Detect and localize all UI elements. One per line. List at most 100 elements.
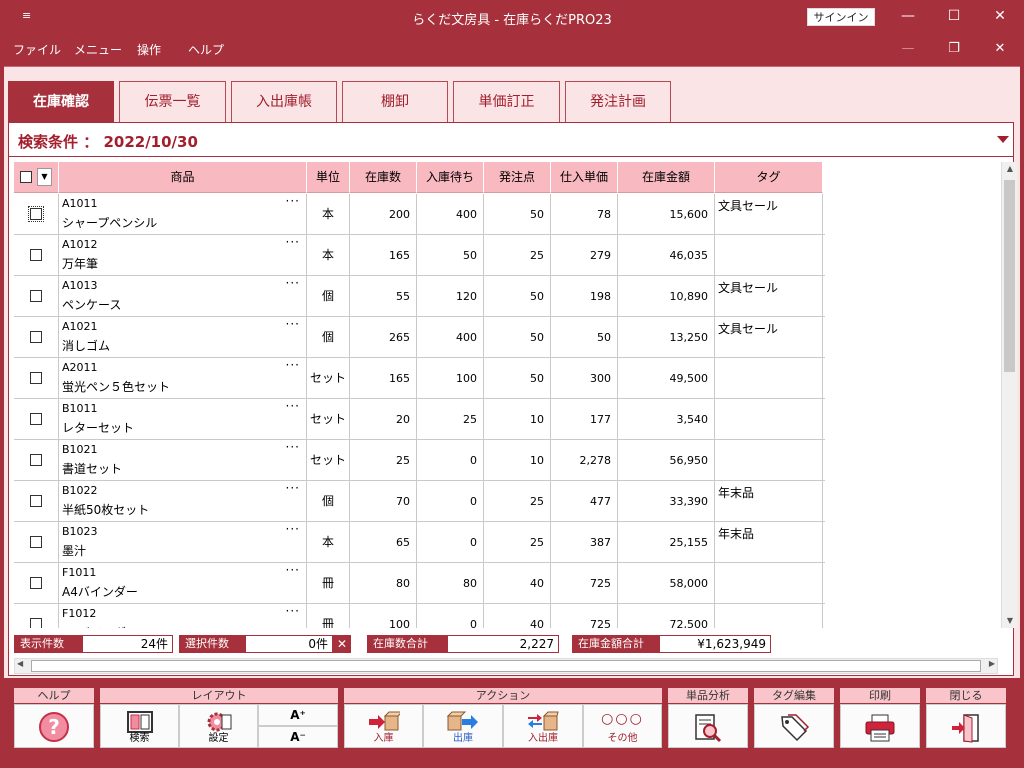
stock-out-button[interactable]: 出庫 xyxy=(423,704,503,748)
horizontal-scroll-thumb[interactable] xyxy=(31,660,981,672)
table-row[interactable]: B1021 ··· 書道セット セット 25 0 10 2,278 56,950 xyxy=(14,440,825,481)
row-checkbox[interactable] xyxy=(30,290,42,302)
tab-price-correction[interactable]: 単価訂正 xyxy=(453,81,560,122)
minimize-icon[interactable]: — xyxy=(888,3,928,29)
table-row[interactable]: A1012 ··· 万年筆 本 165 50 25 279 46,035 xyxy=(14,235,825,276)
tag-cell[interactable] xyxy=(715,399,823,440)
row-checkbox[interactable] xyxy=(30,249,42,261)
col-unit[interactable]: 単位 xyxy=(307,162,350,193)
product-cell[interactable]: B1023 ··· 墨汁 xyxy=(59,522,307,563)
more-options-icon[interactable]: ··· xyxy=(286,276,300,290)
tag-cell[interactable]: 文具セール xyxy=(715,276,823,317)
more-options-icon[interactable]: ··· xyxy=(286,358,300,372)
vertical-scrollbar[interactable]: ▲ ▼ xyxy=(1001,162,1017,628)
more-options-icon[interactable]: ··· xyxy=(286,481,300,495)
product-cell[interactable]: F1012 ··· B5バインダー xyxy=(59,604,307,628)
scroll-up-icon[interactable]: ▲ xyxy=(1002,164,1018,173)
tab-stock-check[interactable]: 在庫確認 xyxy=(8,81,114,122)
other-button[interactable]: ○○○ その他 xyxy=(583,704,662,748)
product-cell[interactable]: A1021 ··· 消しゴム xyxy=(59,317,307,358)
maximize-icon[interactable]: ☐ xyxy=(934,3,974,29)
tag-cell[interactable]: 年末品 xyxy=(715,522,823,563)
menu-menu[interactable]: メニュー xyxy=(74,41,122,58)
tag-cell[interactable]: 文具セール xyxy=(715,194,823,235)
tag-cell[interactable]: 年末品 xyxy=(715,481,823,522)
tag-edit-button[interactable] xyxy=(754,704,834,748)
tag-cell[interactable] xyxy=(715,563,823,604)
more-options-icon[interactable]: ··· xyxy=(286,317,300,331)
product-cell[interactable]: B1022 ··· 半紙50枚セット xyxy=(59,481,307,522)
col-unit-price[interactable]: 仕入単価 xyxy=(551,162,618,193)
signin-button[interactable]: サインイン xyxy=(807,8,875,26)
menu-operation[interactable]: 操作 xyxy=(137,41,161,58)
search-button[interactable]: 検索 xyxy=(100,704,179,748)
tab-slip-list[interactable]: 伝票一覧 xyxy=(119,81,226,122)
scroll-down-icon[interactable]: ▼ xyxy=(1002,616,1018,625)
search-condition-bar[interactable]: 検索条件 ： 2022/10/30 xyxy=(9,123,1013,157)
more-options-icon[interactable]: ··· xyxy=(286,604,300,618)
more-options-icon[interactable]: ··· xyxy=(286,235,300,249)
table-row[interactable]: B1023 ··· 墨汁 本 65 0 25 387 25,155 年末品 xyxy=(14,522,825,563)
scroll-left-icon[interactable]: ◀ xyxy=(17,659,23,668)
row-checkbox[interactable] xyxy=(28,206,44,222)
product-cell[interactable]: B1021 ··· 書道セット xyxy=(59,440,307,481)
font-increase-button[interactable]: A⁺ xyxy=(258,704,338,726)
settings-button[interactable]: 設定 xyxy=(179,704,258,748)
mdi-minimize-icon[interactable]: — xyxy=(888,36,928,62)
product-cell[interactable]: A2011 ··· 蛍光ペン５色セット xyxy=(59,358,307,399)
product-cell[interactable]: A1011 ··· シャープペンシル xyxy=(59,194,307,235)
help-button[interactable]: ? xyxy=(14,704,94,748)
tab-in-out-ledger[interactable]: 入出庫帳 xyxy=(231,81,337,122)
row-checkbox[interactable] xyxy=(30,618,42,628)
font-decrease-button[interactable]: A⁻ xyxy=(258,726,338,748)
product-cell[interactable]: A1012 ··· 万年筆 xyxy=(59,235,307,276)
row-checkbox[interactable] xyxy=(30,536,42,548)
table-row[interactable]: B1011 ··· レターセット セット 20 25 10 177 3,540 xyxy=(14,399,825,440)
table-row[interactable]: A1011 ··· シャープペンシル 本 200 400 50 78 15,600 文具セール xyxy=(14,194,825,235)
select-all-header[interactable]: ▼ xyxy=(14,162,59,193)
tag-cell[interactable] xyxy=(715,235,823,276)
row-checkbox[interactable] xyxy=(30,331,42,343)
tag-cell[interactable]: 文具セール xyxy=(715,317,823,358)
print-button[interactable] xyxy=(840,704,920,748)
table-row[interactable]: A1021 ··· 消しゴム個 265 400 50 50 13,250 文具セール xyxy=(14,317,825,358)
close-icon[interactable]: ✕ xyxy=(980,3,1020,29)
product-cell[interactable]: F1011 ··· A4バインダー xyxy=(59,563,307,604)
table-row[interactable]: F1012 ··· B5バインダー 冊10004072572,500 xyxy=(14,604,825,628)
col-product[interactable]: 商品 xyxy=(59,162,307,193)
col-reorder[interactable]: 発注点 xyxy=(484,162,551,193)
row-checkbox[interactable] xyxy=(30,454,42,466)
mdi-restore-icon[interactable]: ❐ xyxy=(934,36,974,62)
col-amount[interactable]: 在庫金額 xyxy=(618,162,715,193)
vertical-scroll-thumb[interactable] xyxy=(1004,180,1015,372)
row-checkbox[interactable] xyxy=(30,372,42,384)
more-options-icon[interactable]: ··· xyxy=(286,563,300,577)
more-options-icon[interactable]: ··· xyxy=(286,194,300,208)
in-out-button[interactable]: 入出庫 xyxy=(503,704,583,748)
row-checkbox[interactable] xyxy=(30,495,42,507)
item-analysis-button[interactable] xyxy=(668,704,748,748)
more-options-icon[interactable]: ··· xyxy=(286,399,300,413)
product-cell[interactable]: B1011 ··· レターセット xyxy=(59,399,307,440)
table-row[interactable]: A1013 ··· ペンケース 個 55 120 50 198 10,890 文具セール xyxy=(14,276,825,317)
tag-cell[interactable] xyxy=(715,440,823,481)
table-row[interactable]: A2011 ··· 蛍光ペン５色セット セット 165 100 50 300 49,500 xyxy=(14,358,825,399)
table-row[interactable]: F1011 ··· A4バインダー冊 80 80 40 725 58,000 xyxy=(14,563,825,604)
menu-file[interactable]: ファイル xyxy=(13,41,61,58)
col-stock[interactable]: 在庫数 xyxy=(350,162,417,193)
tag-cell[interactable] xyxy=(715,358,823,399)
close-button[interactable] xyxy=(926,704,1006,748)
row-checkbox[interactable] xyxy=(30,577,42,589)
expand-arrow-icon[interactable] xyxy=(997,136,1009,143)
tag-cell[interactable] xyxy=(715,604,823,628)
product-cell[interactable]: A1013 ··· ペンケース xyxy=(59,276,307,317)
more-options-icon[interactable]: ··· xyxy=(286,440,300,454)
tab-order-plan[interactable]: 発注計画 xyxy=(565,81,671,122)
col-incoming[interactable]: 入庫待ち xyxy=(417,162,484,193)
select-dropdown-icon[interactable]: ▼ xyxy=(37,168,52,186)
tab-inventory-count[interactable]: 棚卸 xyxy=(342,81,448,122)
scroll-right-icon[interactable]: ▶ xyxy=(989,659,995,668)
col-tag[interactable]: タグ xyxy=(715,162,823,193)
select-all-checkbox[interactable] xyxy=(20,171,32,183)
more-options-icon[interactable]: ··· xyxy=(286,522,300,536)
